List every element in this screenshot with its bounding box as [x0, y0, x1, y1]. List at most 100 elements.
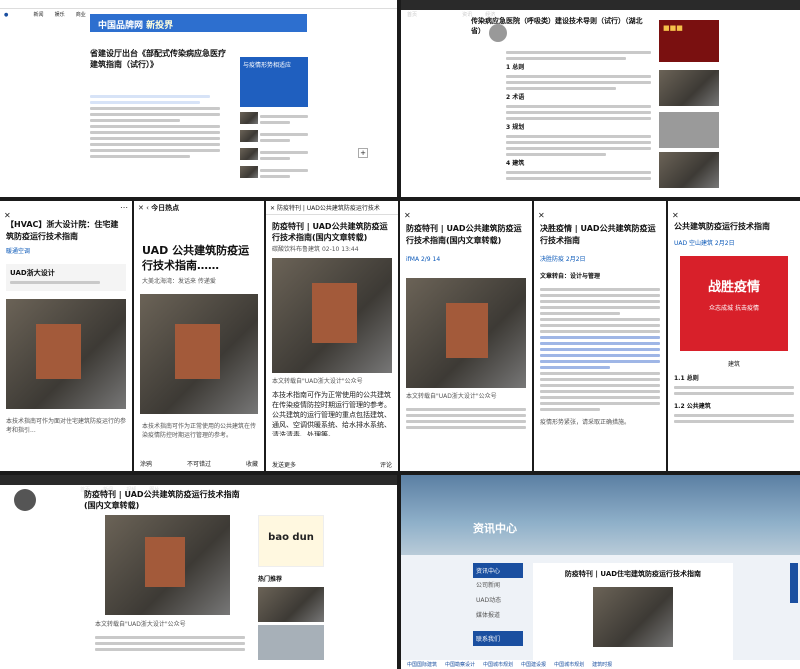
article-title: 【HVAC】浙大设计院：住宅建筑防疫运行技术指南 — [6, 220, 119, 241]
back-icon[interactable]: ‹ — [146, 204, 149, 212]
side-nav: 资讯中心 公司新闻 UAD动态 媒体报道 联系我们 — [473, 563, 523, 646]
building-photo — [105, 515, 230, 615]
nav-tab[interactable]: 娱乐 — [55, 12, 65, 18]
side-image[interactable] — [258, 625, 324, 660]
footer-link[interactable]: 中国建设报 — [521, 661, 546, 668]
tag[interactable]: 涂鸦 — [140, 459, 152, 468]
more-icon[interactable]: ⋯ — [120, 203, 128, 212]
nav-item[interactable]: 媒体报道 — [473, 608, 523, 623]
bottom-bar: 发送更多 评论 — [272, 460, 392, 469]
footer-link[interactable]: 中国国际建筑 — [407, 661, 437, 668]
ad-subtitle: 与疫情形势相适应 — [243, 62, 292, 69]
nav-tab[interactable]: 新闻 — [33, 12, 43, 18]
section: 文章转自：设计与管理 — [540, 273, 601, 280]
comment-button[interactable]: 评论 — [380, 460, 392, 469]
side-image[interactable] — [258, 587, 324, 622]
source-link[interactable]: 暖通空调 — [0, 247, 132, 256]
close-icon[interactable]: ✕ — [270, 205, 275, 212]
tab-title[interactable]: 防疫特刊 | UAD公共建筑防疫运行技术 — [277, 205, 380, 212]
caption: 本文转载自"UAD浙大设计"公众号 — [406, 393, 497, 400]
article-body: 本技术指南可作为面对住宅建筑防疫运行的参考和指引... — [6, 418, 127, 434]
article-body: 疫情形势紧张，请采取正确措施。 — [540, 419, 631, 426]
subtitle: 大美北海湾：发话来 传递爱 — [142, 278, 216, 285]
tab-bar: ✕ 防疫特刊 | UAD公共建筑防疫运行技术 — [266, 201, 398, 215]
hero-banner: 资讯中心 — [401, 475, 800, 555]
news-page-1: ● 新闻 娱乐 商业 中国品牌网 新投界 省建设厅出台《部配式传染病应急医疗建筑… — [0, 0, 397, 197]
close-icon[interactable]: ✕ — [538, 211, 545, 220]
plus-icon[interactable]: + — [358, 148, 368, 158]
footer-links: 中国国际建筑 中国勘察设计 中国城市规划 中国建设报 中国城市规划 建筑时报 — [401, 660, 800, 669]
article-body: 1 总则 2 术语 3 规划 4 建筑 — [506, 48, 651, 183]
footer-link[interactable]: 建筑时报 — [592, 661, 612, 668]
section-title: 今日热点 — [151, 204, 180, 212]
poster-title: 战胜疫情 — [707, 280, 760, 295]
building-photo — [6, 299, 126, 409]
nav-item[interactable]: 公司新闻 — [473, 578, 523, 593]
web-article-9: 首页 新闻 视频 图片 防疫特刊 | UAD公共建筑防疫运行技术指南(国内文章转… — [0, 475, 397, 669]
caption: 本文转载自"UAD浙大设计"公众号 — [95, 621, 186, 628]
close-icon[interactable]: ✕ — [672, 211, 679, 220]
ad-banner[interactable]: bao dun — [258, 515, 324, 567]
tv-ad[interactable]: 与疫情形势相适应 — [240, 57, 308, 107]
bottom-bar: 涂鸦 不可错过 收藏 — [140, 459, 258, 468]
avatar[interactable] — [489, 24, 507, 42]
close-icon[interactable]: ✕ — [404, 211, 411, 220]
ad-text: dun — [292, 532, 314, 543]
body-lines — [400, 401, 532, 436]
ad-text: bao — [268, 532, 289, 543]
side-title: 热门推荐 — [258, 576, 283, 583]
building-photo — [406, 278, 526, 388]
ad-image[interactable] — [659, 152, 719, 188]
contact-header[interactable]: 联系我们 — [473, 631, 523, 646]
favorite-button[interactable]: 收藏 — [246, 459, 258, 468]
miss-button[interactable]: 不可错过 — [187, 459, 211, 468]
avatar[interactable] — [14, 489, 36, 511]
nav-item[interactable]: 首页 — [407, 12, 417, 18]
date: 02-10 13:44 — [321, 246, 359, 253]
hero-title: 资讯中心 — [473, 522, 517, 535]
toutiao-article: ✕ ‹ 今日热点 UAD 公共建筑防疫运行技术指南…… 大美北海湾：发话来 传递… — [134, 201, 264, 471]
nav-tab[interactable]: 商业 — [76, 12, 86, 18]
building-photo — [272, 258, 392, 373]
body-lines — [534, 281, 666, 418]
article-title: 公共建筑防疫运行技术指南 — [674, 222, 770, 231]
body-lines — [95, 633, 245, 654]
footer-link[interactable]: 中国城市规划 — [483, 661, 513, 668]
section-heading: 4 建筑 — [506, 160, 525, 167]
screenshot-collage: ● 新闻 娱乐 商业 中国品牌网 新投界 省建设厅出台《部配式传染病应急医疗建筑… — [0, 0, 800, 669]
account-name: UAD浙大设计 — [10, 269, 55, 277]
author[interactable]: 建筑 — [668, 359, 800, 368]
article-5: ✕ 防疫特刊 | UAD公共建筑防疫运行技术 防疫特刊 | UAD公共建筑防疫运… — [266, 201, 398, 471]
footer-link[interactable]: 中国勘察设计 — [445, 661, 475, 668]
content-heading: 防疫特刊 | UAD住宅建筑防疫运行技术指南 — [564, 570, 702, 578]
section: 1.2 公共建筑 — [674, 403, 711, 410]
top-bar: ✕ ⋯ — [0, 201, 132, 220]
meta[interactable]: ifMA 2/9 14 — [400, 255, 532, 264]
article-title: 决胜疫情 | UAD公共建筑防疫运行技术指南 — [540, 224, 656, 245]
corporate-site: 资讯中心 资讯中心 公司新闻 UAD动态 媒体报道 联系我们 防疫特刊 | UA… — [401, 475, 800, 669]
top-bar: ✕ — [534, 201, 666, 220]
article-title: UAD 公共建筑防疫运行技术指南…… — [142, 244, 250, 272]
nav-item[interactable]: UAD动态 — [473, 593, 523, 608]
article-6: ✕ 防疫特刊 | UAD公共建筑防疫运行技术指南(国内文章转载) ifMA 2/… — [400, 201, 532, 471]
meta[interactable]: 决胜防疫 2月2日 — [534, 255, 666, 264]
author[interactable]: 碳酸饮料布鲁建筑 — [272, 246, 320, 253]
article-title: 防疫特刊 | UAD公共建筑防疫运行技术指南(国内文章转载) — [406, 224, 522, 245]
send-more-button[interactable]: 发送更多 — [272, 460, 296, 469]
nav-logo[interactable]: ● — [4, 12, 8, 18]
ad-image[interactable] — [659, 112, 719, 148]
brand-tag: 新投界 — [146, 21, 174, 31]
meta[interactable]: UAD 空山建筑 2月2日 — [668, 239, 800, 248]
poster-subtitle: 众志成城 抗击疫情 — [709, 305, 759, 312]
top-nav: ● 新闻 娱乐 商业 — [0, 0, 397, 18]
article-title: 省建设厅出台《部配式传染病应急医疗建筑指南（试行）》 — [90, 49, 226, 69]
movie-ad[interactable]: ■■■ — [659, 20, 719, 62]
close-icon[interactable]: ✕ — [138, 204, 144, 212]
nav-header[interactable]: 资讯中心 — [473, 563, 523, 578]
footer-link[interactable]: 中国城市规划 — [554, 661, 584, 668]
brand-banner[interactable]: 中国品牌网 新投界 — [90, 14, 307, 32]
poster: 战胜疫情 众志成城 抗击疫情 — [680, 256, 788, 351]
ad-image[interactable] — [659, 70, 719, 106]
side-tools[interactable] — [790, 563, 798, 603]
account-card[interactable]: UAD浙大设计 — [6, 264, 126, 291]
